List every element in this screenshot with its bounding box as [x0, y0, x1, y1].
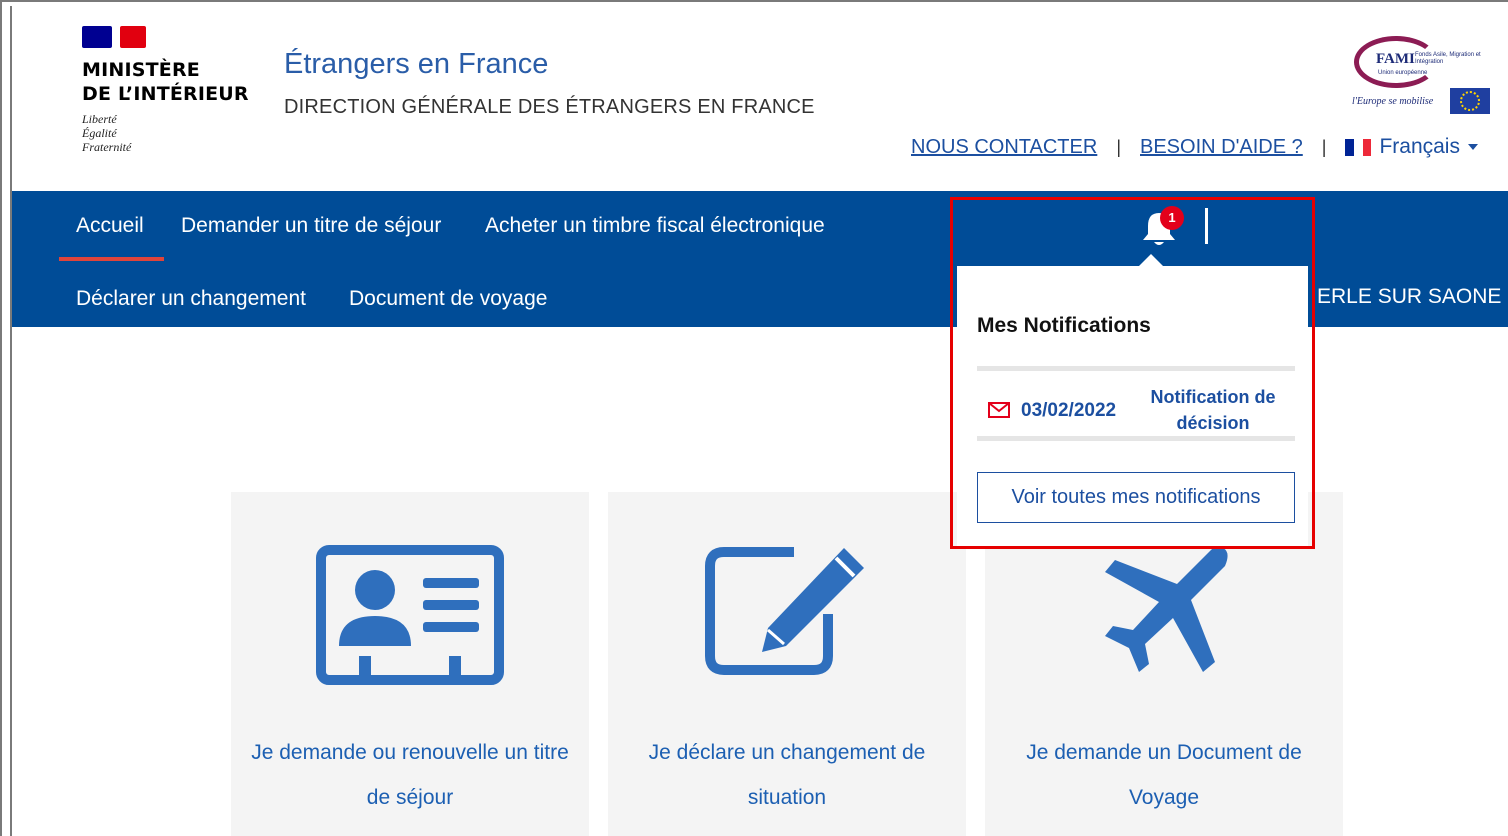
notification-dropdown: Mes Notifications 03/02/2022 Notificatio… [957, 266, 1308, 546]
card-label: Je demande ou renouvelle un titre de séj… [251, 741, 569, 809]
ministry-name: MINISTÈRE DE L’INTÉRIEUR [82, 59, 249, 105]
caret-down-icon [1467, 144, 1478, 150]
edit-icon [705, 547, 864, 675]
nav-demander-titre[interactable]: Demander un titre de séjour [181, 214, 441, 238]
header-divider [1205, 208, 1208, 244]
notification-count-badge: 1 [1160, 206, 1184, 230]
contact-link[interactable]: NOUS CONTACTER [911, 136, 1097, 159]
notification-title: Mes Notifications [977, 314, 1151, 337]
nav-accueil[interactable]: Accueil [76, 214, 144, 238]
mail-icon [988, 402, 1010, 418]
fami-logo: FAMI Fonds Asile, Migration et Intégrati… [1350, 32, 1492, 114]
nav-declarer-changement[interactable]: Déclarer un changement [76, 287, 306, 311]
user-location[interactable]: ERLE SUR SAONE [1317, 285, 1501, 309]
divider [977, 366, 1295, 371]
separator: | [1321, 136, 1327, 157]
notification-date: 03/02/2022 [1021, 400, 1117, 421]
language-selector[interactable]: Français [1345, 135, 1478, 159]
divider [977, 436, 1295, 441]
nav-active-indicator [59, 257, 164, 261]
dropdown-caret [1139, 254, 1163, 266]
nav-acheter-timbre[interactable]: Acheter un timbre fiscal électronique [485, 214, 825, 238]
id-card-icon [316, 545, 504, 685]
card-changement-situation[interactable]: Je déclare un changement de situation [608, 492, 966, 836]
french-flag-icon [1345, 138, 1372, 156]
nav-document-voyage[interactable]: Document de voyage [349, 287, 547, 311]
site-title[interactable]: Étrangers en France [284, 48, 548, 81]
help-link[interactable]: BESOIN D'AIDE ? [1140, 136, 1303, 159]
republic-motto: Liberté Égalité Fraternité [82, 112, 132, 154]
notification-header: 1 [953, 200, 1312, 266]
site-header: MINISTÈRE DE L’INTÉRIEUR Liberté Égalité… [12, 8, 1508, 191]
card-label: Je déclare un changement de situation [648, 741, 926, 809]
view-all-notifications-button[interactable]: Voir toutes mes notifications [977, 472, 1295, 523]
language-label: Français [1379, 135, 1460, 158]
notification-type[interactable]: Notification de décision [1145, 384, 1281, 436]
airplane-icon [1105, 546, 1228, 672]
card-label: Je demande un Document de Voyage [1026, 741, 1302, 809]
card-titre-sejour[interactable]: Je demande ou renouvelle un titre de séj… [231, 492, 589, 836]
separator: | [1116, 136, 1121, 157]
site-subtitle: DIRECTION GÉNÉRALE DES ÉTRANGERS EN FRAN… [284, 96, 815, 118]
marianne-logo [82, 26, 146, 48]
notification-item[interactable]: 03/02/2022 Notification de décision [977, 372, 1295, 440]
notification-highlight: 1 Mes Notifications 03/02/2022 Notificat… [950, 197, 1315, 549]
header-links: NOUS CONTACTER | BESOIN D'AIDE ? | Franç… [911, 134, 1478, 160]
eu-flag-icon [1450, 88, 1490, 114]
